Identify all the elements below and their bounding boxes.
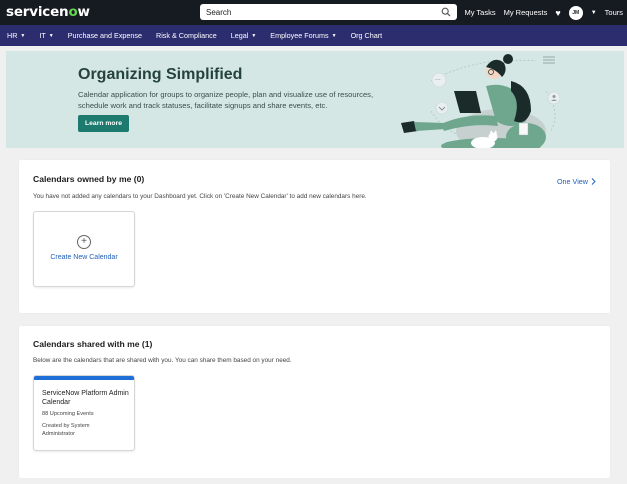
nav-item-label: Org Chart [350, 31, 383, 40]
hero-banner: Organizing Simplified Calendar applicati… [6, 51, 624, 148]
chevron-down-icon: ▼ [20, 32, 26, 39]
calendar-upcoming-events: 88 Upcoming Events [42, 411, 94, 417]
calendar-card[interactable]: ServiceNow Platform Admin Calendar 88 Up… [33, 375, 135, 451]
my-requests-link[interactable]: My Requests [504, 8, 548, 17]
learn-more-button[interactable]: Learn more [78, 115, 129, 132]
tours-link[interactable]: Tours [605, 8, 623, 17]
calendar-card-accent [34, 376, 134, 380]
heart-icon[interactable]: ♥ [555, 8, 560, 18]
owned-calendars-title: Calendars owned by me (0) [33, 174, 145, 184]
chevron-down-icon: ▼ [48, 32, 54, 39]
my-tasks-link[interactable]: My Tasks [464, 8, 495, 17]
nav-item-employee-forums[interactable]: Employee Forums ▼ [270, 31, 336, 40]
nav-item-label: Purchase and Expense [67, 31, 143, 40]
calendar-created-by: Created by System Administrator [42, 423, 90, 437]
search-input[interactable]: Search [200, 4, 457, 20]
avatar[interactable]: JM [568, 5, 583, 20]
main-nav: HR ▼ IT ▼ Purchase and Expense Risk & Comp… [0, 25, 627, 46]
nav-item-risk-compliance[interactable]: Risk & Compliance [156, 31, 217, 40]
shared-calendars-title: Calendars shared with me (1) [33, 339, 153, 349]
nav-item-label: Legal [230, 31, 249, 40]
chevron-right-icon [591, 178, 596, 185]
top-header: servicenow Search My Tasks My Requests ♥… [0, 0, 627, 25]
top-nav: My Tasks My Requests ♥ JM ▼ Tours [464, 0, 623, 25]
chevron-down-icon: ▼ [251, 32, 257, 39]
nav-item-legal[interactable]: Legal ▼ [231, 31, 257, 40]
nav-item-it[interactable]: IT ▼ [39, 31, 53, 40]
nav-item-purchase-expense[interactable]: Purchase and Expense [68, 31, 142, 40]
chevron-down-icon: ▼ [331, 32, 337, 39]
owned-calendars-section: Calendars owned by me (0) One View You h… [19, 160, 610, 313]
create-new-calendar-card[interactable]: + Create New Calendar [33, 211, 135, 287]
owned-calendars-description: You have not added any calendars to your… [33, 193, 367, 200]
one-view-link[interactable]: One View [557, 177, 596, 186]
nav-item-label: Employee Forums [270, 31, 329, 40]
plus-icon: + [77, 235, 91, 249]
search-placeholder: Search [206, 7, 232, 17]
caret-down-icon[interactable]: ▼ [591, 10, 597, 16]
servicenow-logo[interactable]: servicenow [6, 4, 90, 20]
nav-item-label: HR [7, 31, 18, 40]
svg-text:···: ··· [435, 77, 441, 84]
calendar-name: ServiceNow Platform Admin Calendar [42, 390, 129, 406]
nav-item-hr[interactable]: HR ▼ [7, 31, 25, 40]
one-view-label: One View [556, 177, 588, 186]
search-icon[interactable] [441, 7, 451, 17]
banner-description: Calendar application for groups to organ… [78, 90, 374, 110]
nav-item-label: Risk & Compliance [156, 31, 217, 40]
nav-item-label: IT [39, 31, 46, 40]
nav-item-org-chart[interactable]: Org Chart [351, 31, 383, 40]
shared-calendars-description: Below are the calendars that are shared … [33, 357, 292, 364]
shared-calendars-section: Calendars shared with me (1) Below are t… [19, 326, 610, 478]
banner-illustration: ··· [401, 54, 561, 148]
create-new-calendar-label: Create New Calendar [50, 254, 118, 261]
banner-title: Organizing Simplified [78, 66, 243, 83]
